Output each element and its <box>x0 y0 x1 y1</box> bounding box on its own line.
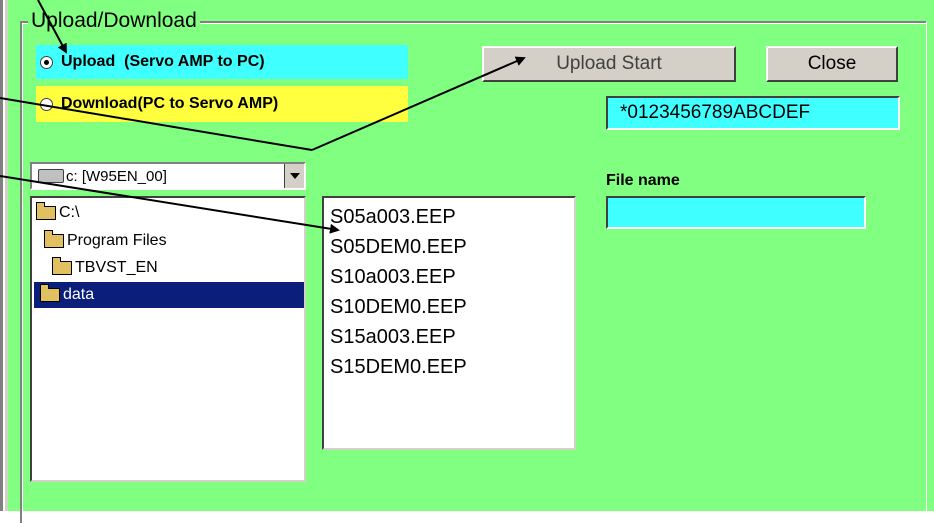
folder-open-icon <box>44 230 64 248</box>
radio-upload[interactable]: Upload (Servo AMP to PC) <box>36 45 408 79</box>
file-name-input[interactable] <box>606 196 866 229</box>
radio-download-label: Download(PC to Servo AMP) <box>61 95 279 112</box>
chevron-down-icon[interactable] <box>284 164 304 188</box>
directory-item[interactable]: TBVST_EN <box>52 255 158 281</box>
file-item[interactable]: S05DEM0.EEP <box>330 232 467 262</box>
file-item[interactable]: S10a003.EEP <box>330 262 456 292</box>
radio-download[interactable]: Download(PC to Servo AMP) <box>36 86 408 122</box>
directory-item[interactable]: Program Files <box>44 228 167 254</box>
file-item[interactable]: S15DEM0.EEP <box>330 352 467 382</box>
upload-start-button[interactable]: Upload Start <box>482 46 736 82</box>
radio-download-dot[interactable] <box>40 97 53 111</box>
directory-item-selected[interactable]: data <box>34 282 304 308</box>
file-list[interactable]: S05a003.EEP S05DEM0.EEP S10a003.EEP S10D… <box>322 196 576 450</box>
directory-item[interactable]: C:\ <box>36 200 79 226</box>
file-item[interactable]: S15a003.EEP <box>330 322 456 352</box>
file-name-label: File name <box>606 172 680 189</box>
directory-list[interactable]: C:\ Program Files TBVST_EN data <box>30 196 306 482</box>
serial-field: *0123456789ABCDEF <box>606 96 900 130</box>
group-title: Upload/Download <box>28 8 200 34</box>
drive-icon <box>38 169 64 183</box>
directory-item-label: Program Files <box>67 232 167 249</box>
close-button[interactable]: Close <box>766 46 898 82</box>
file-item[interactable]: S10DEM0.EEP <box>330 292 467 322</box>
drive-label: c: [W95EN_00] <box>66 167 167 185</box>
folder-open-icon <box>52 257 72 275</box>
radio-upload-label: Upload (Servo AMP to PC) <box>61 53 265 70</box>
window-edge <box>0 0 8 511</box>
folder-open-icon <box>40 284 60 302</box>
folder-open-icon <box>36 202 56 220</box>
directory-item-label: data <box>63 286 95 303</box>
file-item[interactable]: S05a003.EEP <box>330 202 456 232</box>
directory-item-label: TBVST_EN <box>75 259 158 276</box>
drive-combo[interactable]: c: [W95EN_00] <box>30 162 306 190</box>
radio-upload-dot[interactable] <box>40 55 53 69</box>
directory-item-label: C:\ <box>59 204 80 221</box>
